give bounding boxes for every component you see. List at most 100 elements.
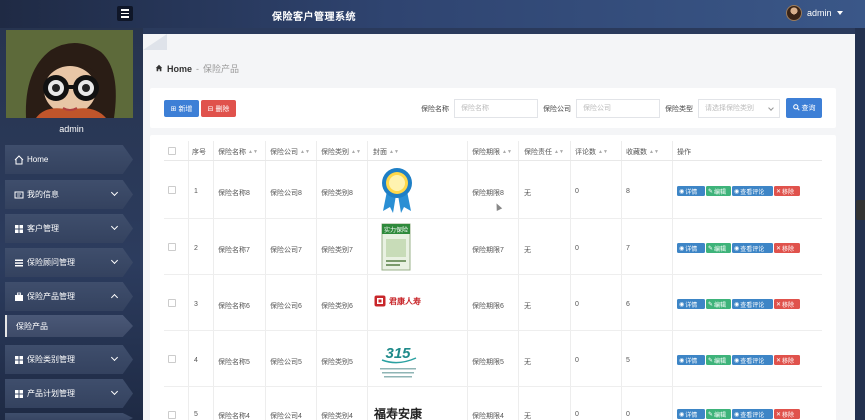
- cell-name: 保险名称6: [218, 303, 250, 310]
- cover-text: 福寿安康: [374, 407, 423, 420]
- header-company[interactable]: 保险公司 ▲▼: [270, 147, 310, 157]
- company-label: 保险公司: [543, 106, 571, 113]
- view-reviews-button[interactable]: ◉ 查看评论: [732, 299, 773, 309]
- remove-button[interactable]: ✕ 移除: [774, 243, 800, 253]
- chevron-down-icon: [110, 256, 119, 265]
- remove-button[interactable]: ✕ 移除: [774, 409, 800, 419]
- edit-label: 编辑: [714, 302, 727, 309]
- row-checkbox[interactable]: [168, 243, 176, 251]
- trash-icon: ⊟: [207, 105, 214, 113]
- edit-label: 编辑: [714, 412, 727, 419]
- edit-icon: ✎: [708, 188, 714, 195]
- header-term[interactable]: 保险期限 ▲▼: [472, 147, 512, 157]
- name-input[interactable]: [454, 99, 538, 118]
- detail-button[interactable]: ◉ 详情: [677, 243, 705, 253]
- sidebar-item-home[interactable]: Home: [5, 145, 133, 174]
- breadcrumb-separator: -: [196, 63, 200, 74]
- detail-button[interactable]: ◉ 详情: [677, 186, 705, 196]
- view-reviews-button[interactable]: ◉ 查看评论: [732, 243, 773, 253]
- app-title: 保险客户管理系统: [272, 12, 356, 23]
- select-all-checkbox[interactable]: [168, 147, 176, 155]
- sidebar-item-advisors[interactable]: 保险顾问管理: [5, 248, 133, 277]
- remove-button[interactable]: ✕ 移除: [774, 186, 800, 196]
- eye-icon: ◉: [679, 188, 685, 195]
- row-actions: ◉ 详情 ✎ 编辑 ◉ 查看评论 ✕ 移除: [677, 243, 800, 253]
- header-comments[interactable]: 评论数 ▲▼: [575, 147, 608, 157]
- cell-no: 1: [194, 188, 198, 195]
- search-icon: [792, 103, 800, 113]
- right-edge: [855, 28, 865, 420]
- eye-icon: ◉: [734, 301, 740, 308]
- breadcrumb-home[interactable]: Home: [167, 64, 192, 74]
- sidebar-item-my-info[interactable]: 我的信息: [5, 180, 133, 209]
- header-name[interactable]: 保险名称 ▲▼: [218, 147, 258, 157]
- chevron-down-icon: [110, 353, 119, 362]
- cell-term: 保险期限4: [472, 413, 504, 420]
- sort-icon: ▲▼: [649, 149, 659, 155]
- edit-label: 编辑: [714, 246, 727, 253]
- table-row: 4 保险名称5 保险公司5 保险类别5 315 保险期限5 无 0 5 ◉ 详情 …: [164, 331, 822, 387]
- edit-icon: ✎: [708, 357, 714, 364]
- header-label: 保险公司: [270, 149, 298, 156]
- sort-icon: ▲▼: [598, 149, 608, 155]
- user-menu[interactable]: admin: [786, 5, 843, 21]
- cell-comments: 0: [575, 411, 579, 418]
- user-avatar: [786, 5, 802, 21]
- review-label: 查看评论: [740, 412, 765, 419]
- row-checkbox[interactable]: [168, 411, 176, 419]
- edit-button[interactable]: ✎ 编辑: [706, 355, 731, 365]
- edit-label: 编辑: [714, 358, 727, 365]
- detail-button[interactable]: ◉ 详情: [677, 299, 705, 309]
- sidebar-item-plans[interactable]: 产品计划管理: [5, 379, 133, 408]
- view-reviews-button[interactable]: ◉ 查看评论: [732, 355, 773, 365]
- detail-label: 详情: [685, 302, 698, 309]
- sidebar-item-categories[interactable]: 保险类别管理: [5, 345, 133, 374]
- detail-button[interactable]: ◉ 详情: [677, 409, 705, 419]
- home-icon: [155, 64, 163, 74]
- cell-company: 保险公司5: [270, 359, 302, 366]
- table-row: 5 保险名称4 保险公司4 保险类别4 福寿安康 保险期限4 无 0 0 ◉ 详情…: [164, 387, 822, 420]
- grid-icon: [14, 355, 24, 365]
- add-button[interactable]: ⊞ 新增: [164, 100, 199, 117]
- search-button[interactable]: 查询: [786, 98, 822, 118]
- view-reviews-button[interactable]: ◉ 查看评论: [732, 186, 773, 196]
- row-checkbox[interactable]: [168, 299, 176, 307]
- grid-icon: [14, 389, 24, 399]
- header-cover[interactable]: 封面 ▲▼: [373, 147, 399, 157]
- edit-button[interactable]: ✎ 编辑: [706, 186, 731, 196]
- cell-name: 保险名称8: [218, 190, 250, 197]
- edit-button[interactable]: ✎ 编辑: [706, 243, 731, 253]
- row-checkbox[interactable]: [168, 186, 176, 194]
- view-reviews-button[interactable]: ◉ 查看评论: [732, 409, 773, 419]
- company-input[interactable]: [576, 99, 660, 118]
- sidebar-item-more[interactable]: [5, 413, 133, 420]
- sidebar-item-products[interactable]: 保险产品管理: [5, 282, 133, 311]
- eye-icon: ◉: [679, 411, 685, 418]
- header-label: 封面: [373, 149, 387, 156]
- remove-button[interactable]: ✕ 移除: [774, 355, 800, 365]
- sidebar-subitem-products[interactable]: 保险产品: [5, 315, 133, 337]
- delete-button[interactable]: ⊟ 删除: [201, 100, 236, 117]
- header-favorites[interactable]: 收藏数 ▲▼: [626, 147, 659, 157]
- header-liability[interactable]: 保险责任 ▲▼: [524, 147, 564, 157]
- table-row: 2 保险名称7 保险公司7 保险类别7 实力保险 保险期限7 无 0 7 ◉ 详情…: [164, 219, 822, 275]
- detail-label: 详情: [685, 412, 698, 419]
- header-no: 序号: [192, 149, 206, 156]
- cell-name: 保险名称4: [218, 413, 250, 420]
- cell-company: 保险公司8: [270, 190, 302, 197]
- chevron-down-icon: [110, 387, 119, 396]
- cell-term: 保险期限8: [472, 190, 504, 197]
- menu-toggle-icon[interactable]: [117, 6, 133, 21]
- edit-button[interactable]: ✎ 编辑: [706, 409, 731, 419]
- row-checkbox[interactable]: [168, 355, 176, 363]
- detail-button[interactable]: ◉ 详情: [677, 355, 705, 365]
- cover-image: 君康人寿: [374, 295, 421, 307]
- edit-button[interactable]: ✎ 编辑: [706, 299, 731, 309]
- cell-term: 保险期限6: [472, 303, 504, 310]
- header-category[interactable]: 保险类别 ▲▼: [321, 147, 361, 157]
- sidebar-item-customers[interactable]: 客户管理: [5, 214, 133, 243]
- remove-button[interactable]: ✕ 移除: [774, 299, 800, 309]
- header-label: 保险名称: [218, 149, 246, 156]
- side-toggle-handle[interactable]: [856, 200, 865, 220]
- edit-icon: ✎: [708, 301, 714, 308]
